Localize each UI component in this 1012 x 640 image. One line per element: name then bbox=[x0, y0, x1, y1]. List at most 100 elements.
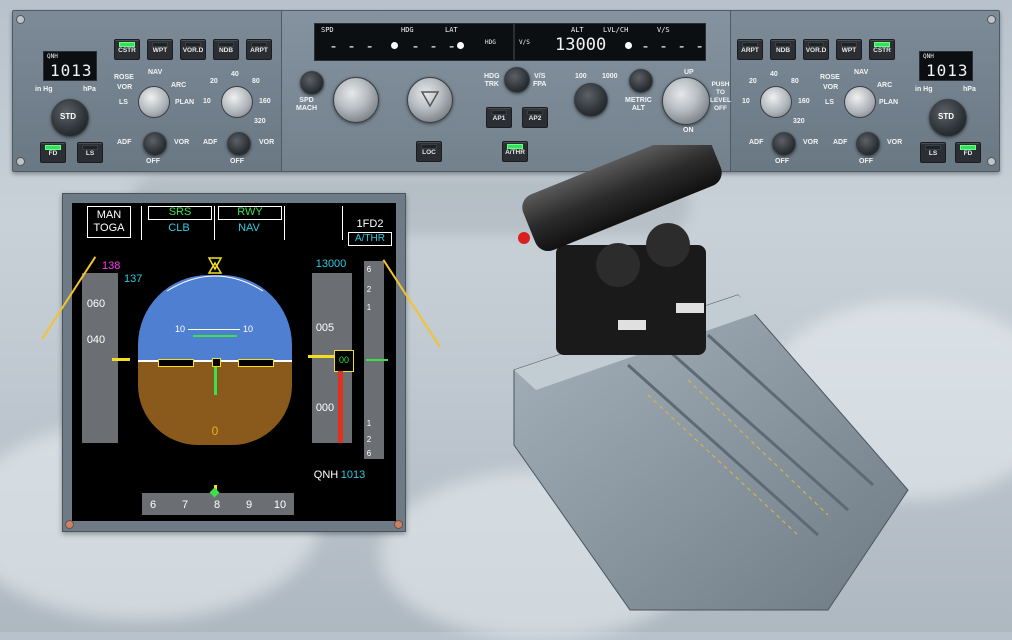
fd-bar bbox=[193, 335, 237, 337]
pitch-line-10 bbox=[188, 329, 240, 330]
wpt-button[interactable]: WPT bbox=[147, 39, 173, 60]
vs-fpa-label: V/S FPA bbox=[533, 73, 547, 88]
nd-range-selector-right[interactable] bbox=[760, 86, 792, 118]
range-label-320: 320 bbox=[254, 118, 266, 125]
speed-selector-knob[interactable] bbox=[333, 77, 379, 123]
lat-label: LAT bbox=[445, 26, 458, 34]
arpt-button-right[interactable]: ARPT bbox=[737, 39, 763, 60]
sky bbox=[138, 275, 292, 361]
spd-value: - - - bbox=[329, 37, 375, 55]
ndb-button[interactable]: NDB bbox=[213, 39, 239, 60]
baro-knob-right[interactable]: STD bbox=[929, 99, 967, 137]
mode-label-nav: NAV bbox=[854, 69, 869, 76]
mode-label-ls: LS bbox=[825, 99, 834, 106]
push-to-level-label: PUSH TO LEVEL OFF bbox=[710, 81, 731, 112]
altitude-readout: 00 bbox=[338, 355, 349, 365]
fma-divider bbox=[342, 206, 343, 240]
cstr-button-right[interactable]: CSTR bbox=[869, 39, 895, 60]
ap2-button[interactable]: AP2 bbox=[522, 107, 548, 128]
vsi-tick: 1 bbox=[366, 303, 372, 312]
arpt-button[interactable]: ARPT bbox=[246, 39, 272, 60]
hdg-label: HDG bbox=[401, 26, 414, 34]
fma-vertical-armed: CLB bbox=[168, 222, 190, 234]
screw bbox=[394, 520, 403, 529]
ls-button-left[interactable]: LS bbox=[77, 142, 103, 163]
spd-managed-dot bbox=[391, 42, 398, 49]
spd-mach-button[interactable] bbox=[300, 71, 324, 95]
spd-hdg-display: SPD - - - HDG - - - LAT HDG bbox=[314, 23, 514, 61]
vord-button[interactable]: VOR.D bbox=[180, 39, 206, 60]
hdg-trk-label: HDG TRK bbox=[484, 73, 500, 88]
fd-button-left[interactable]: FD bbox=[40, 142, 66, 163]
baro-knob[interactable]: STD bbox=[51, 99, 89, 137]
pfd-bezel: MAN TOGA SRS CLB RWY NAV 1FD2 A/THR 138 … bbox=[62, 193, 406, 532]
lvlch-label: LVL/CH bbox=[603, 26, 629, 34]
thrust-lever-quadrant bbox=[498, 128, 918, 615]
vord-button-right[interactable]: VOR.D bbox=[803, 39, 829, 60]
altitude-readout-box: 00 bbox=[334, 350, 354, 372]
wpt-button-right[interactable]: WPT bbox=[836, 39, 862, 60]
range-label-80: 80 bbox=[791, 78, 799, 85]
navaid-selector-2[interactable] bbox=[227, 132, 251, 156]
spd-label: SPD bbox=[321, 26, 334, 34]
vsi-needle bbox=[366, 359, 388, 361]
nd-mode-selector-right[interactable] bbox=[844, 86, 876, 118]
heading-tick: 8 bbox=[213, 499, 221, 511]
nd-mode-selector[interactable] bbox=[138, 86, 170, 118]
aircraft-symbol-center bbox=[212, 358, 221, 367]
navaid-selector-1[interactable] bbox=[143, 132, 167, 156]
mode-label-plan: PLAN bbox=[879, 99, 899, 106]
vsi-tick: 6 bbox=[366, 265, 372, 274]
mode-label-plan: PLAN bbox=[175, 99, 195, 106]
adf-label: ADF bbox=[117, 139, 132, 146]
efis-control-panel-left: QNH 1013 in Hg hPa STD FD LS CSTR WPT VO… bbox=[13, 11, 281, 171]
heading-readout: 0 bbox=[211, 424, 219, 438]
aircraft-symbol-right bbox=[238, 359, 274, 367]
ground-ref-bar bbox=[338, 371, 343, 443]
hdg-value: - - - bbox=[411, 37, 457, 55]
mode-label-ls: LS bbox=[119, 99, 128, 106]
cstr-button[interactable]: CSTR bbox=[114, 39, 140, 60]
off-label: OFF bbox=[146, 158, 160, 165]
altitude-selector-knob[interactable] bbox=[662, 77, 710, 125]
unit-hpa-label: hPa bbox=[83, 86, 96, 93]
hdg-managed-dot bbox=[457, 42, 464, 49]
fd-button-right[interactable]: FD bbox=[955, 142, 981, 163]
fma-lateral-mode: RWY bbox=[237, 206, 263, 218]
speed-target: 138 bbox=[102, 260, 121, 272]
metric-alt-label: METRIC ALT bbox=[625, 97, 652, 112]
ndb-button-right[interactable]: NDB bbox=[770, 39, 796, 60]
fma-athr-box: A/THR bbox=[348, 232, 392, 246]
nd-range-selector[interactable] bbox=[221, 86, 253, 118]
fma-athr-status: A/THR bbox=[355, 233, 385, 244]
speed-index-line bbox=[112, 358, 130, 361]
qnh-value-pfd: 1013 bbox=[340, 469, 366, 481]
adf-label: ADF bbox=[203, 139, 218, 146]
mode-label-rose: ROSE bbox=[820, 74, 840, 81]
heading-selector-knob[interactable] bbox=[407, 77, 453, 123]
fma-thrust-mode-line2: TOGA bbox=[93, 222, 125, 234]
qnh-value: 1013 bbox=[50, 61, 93, 80]
hdg-trk-button[interactable] bbox=[504, 67, 530, 93]
heading-tick: 7 bbox=[181, 499, 189, 511]
fma-col1: MAN TOGA bbox=[87, 206, 131, 238]
loc-button[interactable]: LOC bbox=[416, 141, 442, 162]
fma-divider bbox=[141, 206, 142, 240]
alt-tick-005: 005 bbox=[315, 322, 335, 334]
on-label: ON bbox=[683, 127, 694, 134]
range-label-40: 40 bbox=[770, 71, 778, 78]
fma-thrust-mode-line1: MAN bbox=[96, 209, 122, 221]
primary-flight-display: MAN TOGA SRS CLB RWY NAV 1FD2 A/THR 138 … bbox=[72, 203, 396, 521]
ls-button-right[interactable]: LS bbox=[920, 142, 946, 163]
qnh-display-right: QNH 1013 bbox=[919, 51, 973, 81]
range-label-20: 20 bbox=[749, 78, 757, 85]
vertical-speed-indicator: 6 2 1 1 2 6 bbox=[364, 261, 388, 459]
range-label-20: 20 bbox=[210, 78, 218, 85]
mode-label-arc: ARC bbox=[877, 82, 893, 89]
alt-increment-selector[interactable] bbox=[574, 83, 608, 117]
thrust-quadrant-graphic bbox=[513, 128, 909, 611]
mode-label-vor: VOR bbox=[117, 84, 133, 91]
unit-inhg-label: in Hg bbox=[35, 86, 53, 93]
ap1-button[interactable]: AP1 bbox=[486, 107, 512, 128]
metric-alt-button[interactable] bbox=[629, 69, 653, 93]
